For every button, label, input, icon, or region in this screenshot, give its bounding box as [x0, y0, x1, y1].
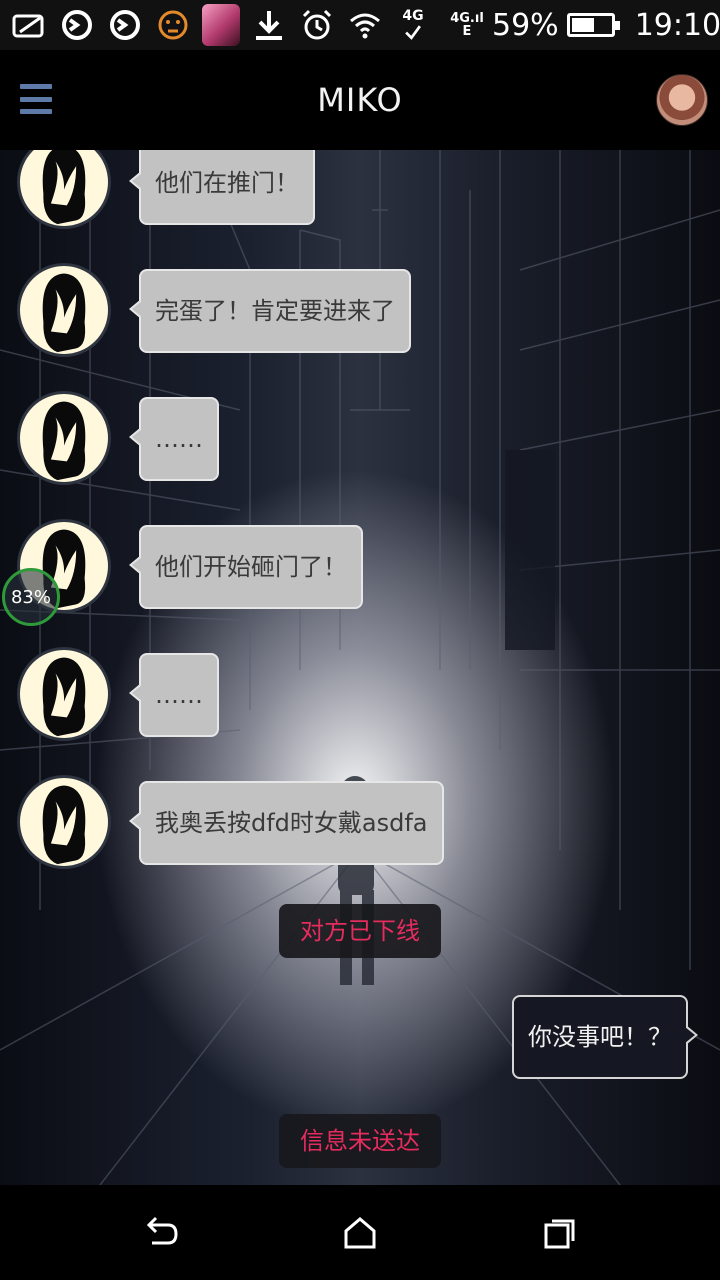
avatar[interactable] [17, 647, 111, 741]
back-icon[interactable] [140, 1215, 180, 1251]
message-bubble[interactable]: 他们在推门！ [129, 150, 315, 225]
alarm-icon [298, 6, 336, 44]
message-bubble[interactable]: 他们开始砸门了！ [129, 525, 363, 609]
navigation-bar [0, 1185, 720, 1280]
menu-icon[interactable] [20, 84, 52, 114]
message-bubble[interactable]: …… [129, 397, 219, 481]
page-title: MIKO [317, 81, 403, 119]
floating-widget[interactable]: 83% [2, 568, 60, 626]
system-notice: 信息未送达 [279, 1114, 441, 1168]
battery-icon [566, 13, 620, 37]
app-icon [202, 4, 240, 46]
home-icon[interactable] [340, 1215, 380, 1251]
message-bubble[interactable]: 完蛋了！肯定要进来了 [129, 269, 411, 353]
system-notice: 对方已下线 [279, 904, 441, 958]
emoji-icon [154, 6, 192, 44]
wifi-icon [346, 6, 384, 44]
chat-area[interactable]: 他们在推门！ 完蛋了！肯定要进来了 …… 他们开始砸门了！ …… 我奥丢按dfd… [0, 150, 720, 1185]
message-bubble-outgoing[interactable]: 你没事吧！？ [512, 995, 698, 1079]
battery-percent: 59% [492, 7, 559, 43]
clock: 19:10 [634, 7, 720, 43]
sync-icon [58, 6, 96, 44]
sync-icon [106, 6, 144, 44]
message-bubble[interactable]: …… [129, 653, 219, 737]
network-4g-icon: 4G [394, 6, 432, 44]
signal-icon: 4G.ıl E [442, 6, 492, 44]
message-bubble[interactable]: 我奥丢按dfd时女戴asdfa [129, 781, 444, 865]
download-icon [250, 6, 288, 44]
avatar[interactable] [17, 775, 111, 869]
image-icon [10, 6, 48, 44]
status-bar: 4G 4G.ıl E 59% 19:10 [0, 0, 720, 50]
avatar[interactable] [17, 391, 111, 485]
recents-icon[interactable] [540, 1215, 580, 1251]
screen: 4G 4G.ıl E 59% 19:10 MIKO 他们在推门！ 完蛋了！肯定要… [0, 0, 720, 1280]
network-secondary-label: E [462, 24, 472, 39]
avatar[interactable] [17, 263, 111, 357]
network-label: 4G [402, 8, 424, 24]
avatar[interactable] [656, 74, 708, 126]
title-bar: MIKO [0, 50, 720, 150]
